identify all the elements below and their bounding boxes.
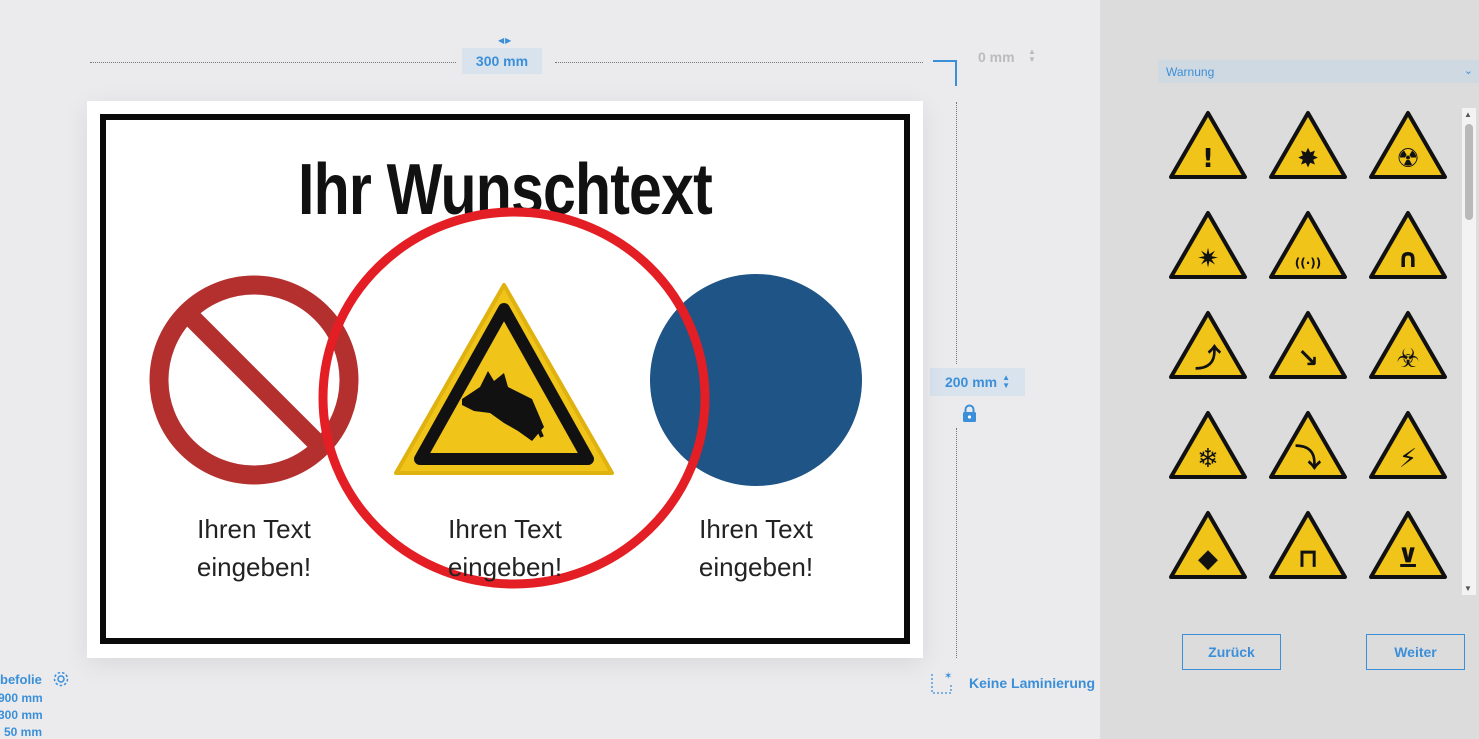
svg-text:⤴: ⤴ [1195, 343, 1222, 374]
svg-text:☢: ☢ [1396, 144, 1419, 174]
symbol-grid: ! ✸ ☢ ✷ ((·)) ∩ ⤴ ↘ ☣ ❄ ⤵ ⚡ ◆ ⊓ ⊻ [1160, 105, 1464, 595]
symbol-panel: Warnung ⌄ ! ✸ ☢ ✷ ((·)) ∩ ⤴ ↘ ☣ ❄ ⤵ ⚡ ◆ ⊓ ⊻ Zurück Wei… [1100, 0, 1479, 739]
material-spec: 300 mm [0, 708, 43, 722]
lamination-option[interactable]: ✶ Keine Laminierung [930, 670, 1095, 695]
lock-icon[interactable] [962, 404, 977, 428]
svg-text:❄: ❄ [1197, 444, 1219, 474]
width-input[interactable]: 300 mm [462, 48, 542, 74]
material-spec: 900 mm [0, 691, 43, 705]
lamination-icon: ✶ [931, 671, 952, 694]
general-warning-icon[interactable]: ! [1168, 110, 1248, 180]
guard-dog-icon[interactable]: ◆ [1168, 510, 1248, 580]
category-select-value: Warnung [1166, 64, 1215, 79]
laser-icon[interactable]: ✷ [1168, 210, 1248, 280]
corner-radius-stepper-icon[interactable]: ▲ ▼ [1028, 48, 1036, 64]
radiation-icon[interactable]: ☢ [1368, 110, 1448, 180]
scrollbar-thumb[interactable] [1465, 124, 1473, 220]
height-ruler-top [956, 102, 957, 364]
forklift-icon[interactable]: ⊓ [1268, 510, 1348, 580]
corner-radius-input[interactable]: 0 mm [978, 49, 1015, 65]
caption-line: eingeben! [447, 552, 563, 582]
magnetic-field-icon[interactable]: ∩ [1368, 210, 1448, 280]
material-label[interactable]: befolie [0, 670, 70, 691]
scroll-up-icon[interactable]: ▲ [1464, 110, 1472, 119]
svg-text:✶: ✶ [944, 671, 952, 682]
svg-text:◆: ◆ [1198, 544, 1218, 574]
svg-text:⤵: ⤵ [1295, 444, 1322, 474]
obstacle-floor-icon[interactable]: ⤴ [1168, 310, 1248, 380]
svg-text:✸: ✸ [1297, 144, 1319, 174]
sign-caption-right[interactable]: Ihren Text eingeben! [646, 510, 866, 586]
corner-radius-icon [933, 60, 957, 86]
svg-text:✷: ✷ [1197, 244, 1219, 274]
svg-text:⊓: ⊓ [1298, 544, 1319, 574]
caption-line: eingeben! [698, 552, 814, 582]
sign-preview[interactable]: Ihr Wunschtext Ihren Text eingeben! Ihre… [87, 101, 923, 658]
sign-caption-left[interactable]: Ihren Text eingeben! [144, 510, 364, 586]
svg-text:⚡: ⚡ [1399, 444, 1417, 474]
low-temperature-icon[interactable]: ❄ [1168, 410, 1248, 480]
svg-text:☣: ☣ [1396, 344, 1419, 374]
sign-caption-center[interactable]: Ihren Text eingeben! [395, 510, 615, 586]
material-spec: 50 mm [4, 725, 43, 739]
svg-text:⊻: ⊻ [1397, 544, 1418, 574]
symbol-scrollbar[interactable]: ▲ ▼ [1462, 108, 1476, 595]
chevron-down-icon: ⌄ [1463, 65, 1473, 77]
caption-line: eingeben! [196, 552, 312, 582]
svg-text:↘: ↘ [1297, 344, 1319, 374]
height-value: 200 mm [944, 374, 998, 390]
explosive-icon[interactable]: ✸ [1268, 110, 1348, 180]
non-ionizing-radiation-icon[interactable]: ((·)) [1268, 210, 1348, 280]
material-name: befolie [0, 671, 42, 687]
height-stepper-icon[interactable]: ▲ ▼ [1002, 374, 1010, 390]
scroll-down-icon[interactable]: ▼ [1464, 584, 1472, 593]
slippery-surface-icon[interactable]: ⤵ [1268, 410, 1348, 480]
fall-hazard-icon[interactable]: ↘ [1268, 310, 1348, 380]
svg-text:∩: ∩ [1397, 244, 1418, 274]
height-ruler-bottom [956, 428, 957, 658]
caption-line: Ihren Text [448, 514, 562, 544]
width-resize-icon[interactable]: ◀▶ [498, 36, 512, 45]
caption-line: Ihren Text [197, 514, 311, 544]
gear-icon[interactable] [52, 670, 70, 691]
caption-line: Ihren Text [699, 514, 813, 544]
category-select[interactable]: Warnung ⌄ [1158, 60, 1479, 83]
biohazard-icon[interactable]: ☣ [1368, 310, 1448, 380]
suspended-load-icon[interactable]: ⊻ [1368, 510, 1448, 580]
height-input[interactable]: 200 mm ▲ ▼ [930, 368, 1025, 396]
width-ruler-right [555, 62, 923, 63]
svg-text:!: ! [1202, 144, 1214, 174]
lamination-label: Keine Laminierung [969, 674, 1096, 691]
back-button[interactable]: Zurück [1182, 634, 1281, 670]
next-button[interactable]: Weiter [1366, 634, 1465, 670]
width-ruler-left [90, 62, 456, 63]
electricity-icon[interactable]: ⚡ [1368, 410, 1448, 480]
svg-text:((·)): ((·)) [1295, 256, 1322, 270]
